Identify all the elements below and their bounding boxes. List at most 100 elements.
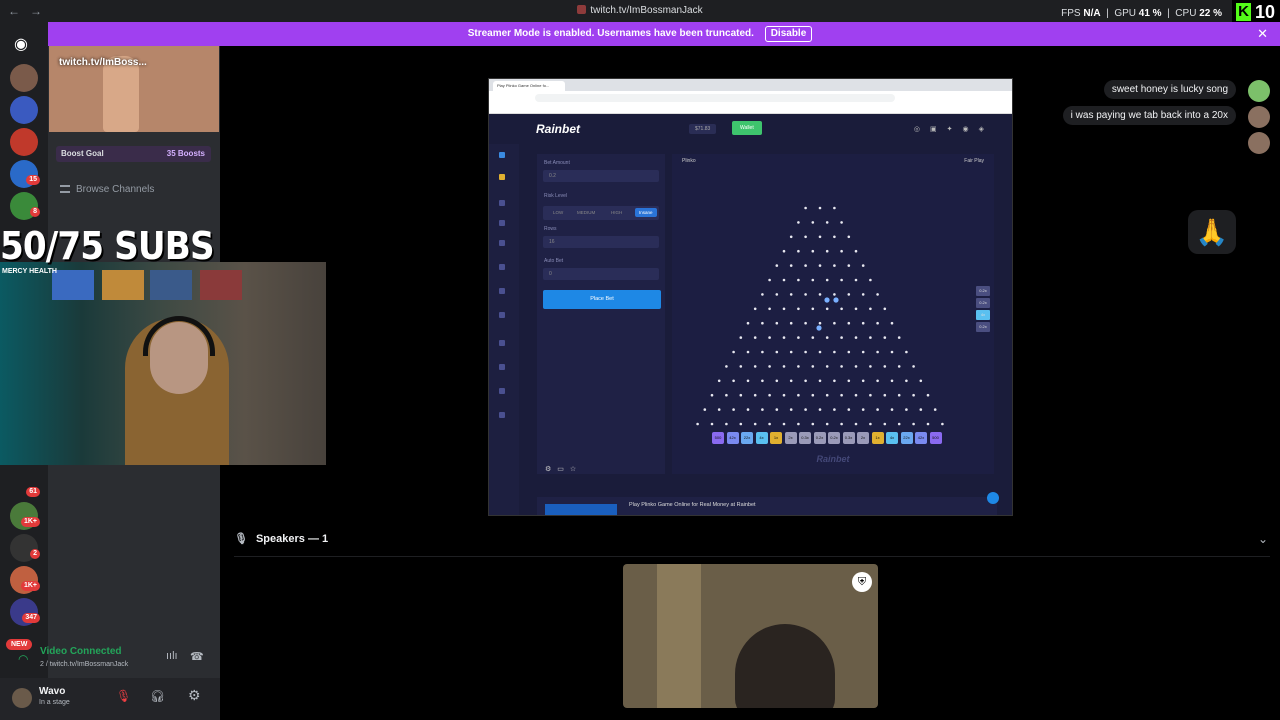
nav-icon[interactable] [499, 200, 505, 206]
server-icon[interactable] [10, 128, 38, 156]
banner-text: Streamer Mode is enabled. Usernames have… [467, 28, 754, 39]
wallet-button[interactable]: Wallet [732, 121, 762, 135]
plinko-peg [869, 422, 872, 426]
plinko-peg [876, 321, 879, 325]
nav-icon[interactable] [499, 288, 505, 294]
rows-value: 16 [549, 239, 555, 245]
nav-icon[interactable] [499, 312, 505, 318]
close-icon[interactable]: ✕ [1257, 22, 1268, 46]
plinko-peg [789, 408, 793, 411]
plinko-peg [861, 350, 865, 354]
avatar[interactable] [1248, 132, 1270, 154]
plinko-peg [876, 408, 879, 411]
plinko-peg [818, 350, 822, 354]
history-result: 0.2x [976, 286, 990, 296]
plinko-peg [847, 350, 851, 354]
server-icon[interactable] [10, 64, 38, 92]
stream-preview[interactable]: twitch.tv/ImBoss... [49, 46, 219, 132]
plinko-peg [883, 393, 887, 397]
user-panel: Wavo In a stage 🎙︎ 🎧︎ ⚙ [0, 678, 220, 720]
multiplier-bin: 1x [871, 432, 884, 444]
plinko-peg [825, 365, 829, 368]
bookmarks-bar [489, 105, 1012, 114]
game-settings-icons[interactable]: ⚙▭☆ [545, 465, 582, 473]
plinko-peg [789, 379, 793, 383]
risk-low[interactable]: LOW [553, 210, 563, 215]
discord-logo-icon[interactable]: ◉ [14, 34, 28, 54]
nav-icon[interactable] [499, 364, 505, 370]
nav-icon[interactable] [499, 340, 505, 346]
plinko-peg [854, 365, 858, 368]
plinko-peg [897, 393, 901, 397]
avatar[interactable] [12, 688, 32, 708]
disable-button[interactable]: Disable [764, 26, 813, 42]
plinko-peg [782, 278, 786, 282]
autobet-slider[interactable]: 0 [543, 268, 659, 280]
chat-message: i was paying we tab back into a 20x [1062, 106, 1236, 125]
rainbet-logo[interactable]: Rainbet [536, 122, 580, 136]
plinko-board: Plinko Fair Play 500 42x 22x 4x 1x 2x 0.3x 0.2x… [672, 154, 994, 474]
support-chat-icon[interactable] [987, 492, 999, 504]
headphones-icon[interactable]: 🎧︎ [150, 689, 165, 703]
plinko-peg [768, 336, 771, 339]
bet-panel: Bet Amount 0.2 Risk Level LOW MEDIUM HIG… [537, 154, 665, 474]
rows-label: Rows [544, 226, 557, 232]
speaker-video-tile[interactable]: ⛨ [623, 564, 878, 708]
plinko-peg [739, 365, 743, 368]
nav-icon[interactable] [499, 264, 505, 270]
address-bar[interactable] [535, 94, 895, 102]
voice-channel[interactable]: 2 / twitch.tv/ImBossmanJack [40, 661, 128, 668]
rainbet-header: Rainbet $71.83 Wallet ◎▣✦◉◈ [489, 114, 1012, 144]
browser-tab[interactable]: Play Plinko Game Online fo... [493, 81, 565, 91]
plinko-peg [825, 307, 829, 311]
plinko-peg [825, 249, 829, 253]
screen-share-stream[interactable]: Play Plinko Game Online fo... Rainbet $7… [488, 78, 1013, 516]
speakers-header[interactable]: 🎙︎ Speakers — 1 [234, 532, 328, 545]
plinko-peg [912, 393, 915, 397]
list-icon [60, 185, 70, 193]
balance-display[interactable]: $71.83 [689, 124, 717, 134]
wall-poster [102, 270, 144, 300]
plinko-peg [775, 293, 779, 296]
history-result: 0.2x [976, 298, 990, 308]
noise-suppression-icon[interactable]: ıılı [166, 650, 178, 662]
nav-icon[interactable] [499, 412, 505, 418]
multiplier-bin: 42x [726, 432, 739, 444]
risk-insane[interactable]: Insane [635, 208, 657, 217]
rows-slider[interactable]: 16 [543, 236, 659, 248]
avatar[interactable] [1248, 106, 1270, 128]
gear-icon[interactable]: ⚙ [188, 687, 201, 704]
plinko-peg [869, 278, 872, 282]
plinko-peg [725, 393, 728, 397]
wall-poster [52, 270, 94, 300]
header-icons[interactable]: ◎▣✦◉◈ [914, 125, 994, 133]
boost-goal-bar[interactable]: Boost Goal 35 Boosts [56, 146, 211, 162]
sports-icon[interactable] [499, 174, 505, 180]
cpu-label: CPU [1175, 8, 1197, 19]
casino-icon[interactable] [499, 152, 505, 158]
perf-stats: FPS N/A | GPU 41 % | CPU 22 % [1061, 8, 1222, 19]
plinko-peg [861, 379, 865, 383]
risk-high[interactable]: HIGH [611, 210, 622, 215]
mic-muted-icon[interactable]: 🎙︎ [116, 689, 131, 703]
game-description-card: Play Plinko Game Online for Real Money a… [537, 497, 997, 515]
notification-badge: 2 [30, 549, 40, 559]
browse-channels[interactable]: Browse Channels [60, 184, 154, 195]
avatar[interactable] [1248, 80, 1270, 102]
plinko-peg [811, 249, 815, 253]
voice-status[interactable]: Video Connected [40, 646, 122, 657]
plinko-peg [876, 379, 879, 383]
plinko-peg [825, 221, 829, 224]
nav-icon[interactable] [499, 220, 505, 226]
place-bet-button[interactable]: Place Bet [543, 290, 661, 309]
nav-icon[interactable] [499, 388, 505, 394]
risk-medium[interactable]: MEDIUM [577, 210, 595, 215]
user-name: Wavo [39, 686, 66, 697]
chevron-down-icon[interactable]: ⌄ [1258, 532, 1268, 546]
bet-amount-input[interactable]: 0.2 [543, 170, 659, 182]
nav-icon[interactable] [499, 240, 505, 246]
disconnect-icon[interactable]: ☎ [190, 650, 204, 663]
server-icon[interactable] [10, 96, 38, 124]
multiplier-bin: 4x [886, 432, 898, 444]
plinko-peg [818, 206, 822, 210]
